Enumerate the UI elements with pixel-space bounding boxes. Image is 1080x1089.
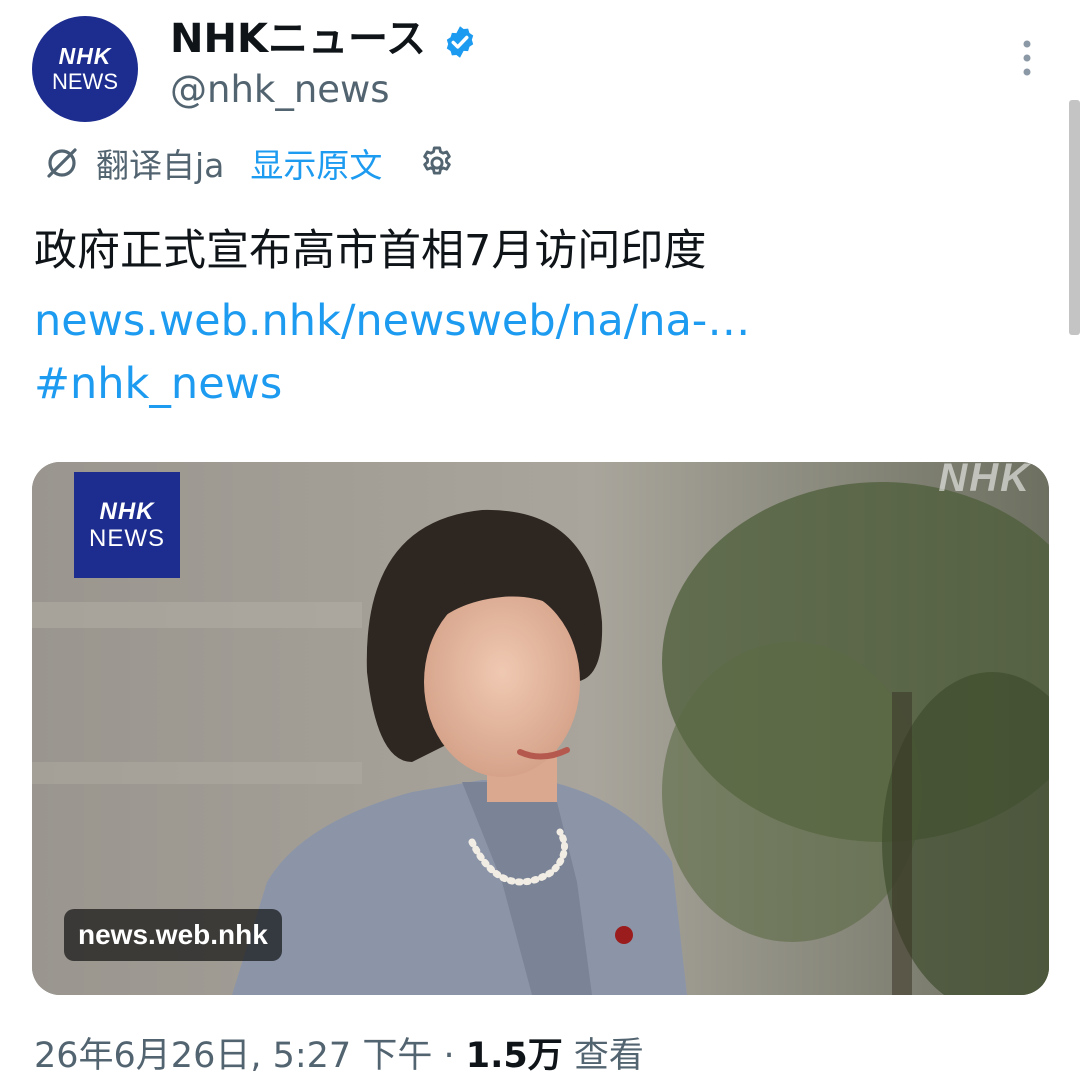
show-original-link[interactable]: 显示原文 bbox=[250, 139, 382, 187]
hashtag-link[interactable]: #nhk_news bbox=[34, 355, 282, 413]
user-handle[interactable]: @nhk_news bbox=[170, 66, 390, 114]
nhk-watermark: NHK bbox=[938, 462, 1031, 500]
media-card[interactable]: NHK NEWS NHK news.web.nhk bbox=[32, 462, 1049, 995]
tweet-text: 政府正式宣布高市首相7月访问印度 bbox=[34, 226, 707, 276]
meta-separator: · bbox=[443, 1036, 455, 1076]
logo-line2: NEWS bbox=[89, 525, 165, 552]
logo-line1: NHK bbox=[99, 498, 155, 525]
gear-icon[interactable] bbox=[418, 144, 456, 182]
avatar-logo-line2: NEWS bbox=[52, 69, 118, 94]
tweet-meta: 26年6月26日, 5:27 下午 · 1.5万 查看 bbox=[34, 1030, 644, 1082]
display-name[interactable]: NHKニュース bbox=[170, 14, 426, 64]
translation-bar: 翻译自ja 显示原文 bbox=[42, 138, 456, 188]
views-count: 1.5万 bbox=[465, 1036, 563, 1076]
tweet-timestamp[interactable]: 26年6月26日, 5:27 下午 bbox=[34, 1036, 432, 1076]
avatar[interactable]: NHK NEWS bbox=[32, 16, 138, 122]
translate-icon bbox=[47, 148, 77, 178]
nhk-news-logo: NHK NEWS bbox=[74, 472, 180, 578]
scrollbar[interactable] bbox=[1069, 100, 1080, 335]
translated-from-label: 翻译自ja bbox=[96, 146, 225, 185]
avatar-logo-line1: NHK bbox=[58, 43, 112, 69]
more-options-icon[interactable] bbox=[1016, 38, 1038, 78]
source-domain-chip[interactable]: news.web.nhk bbox=[64, 909, 282, 961]
article-link[interactable]: news.web.nhk/newsweb/na/na-… bbox=[34, 292, 750, 350]
views-label: 查看 bbox=[573, 1036, 644, 1076]
verified-badge-icon bbox=[446, 26, 474, 58]
